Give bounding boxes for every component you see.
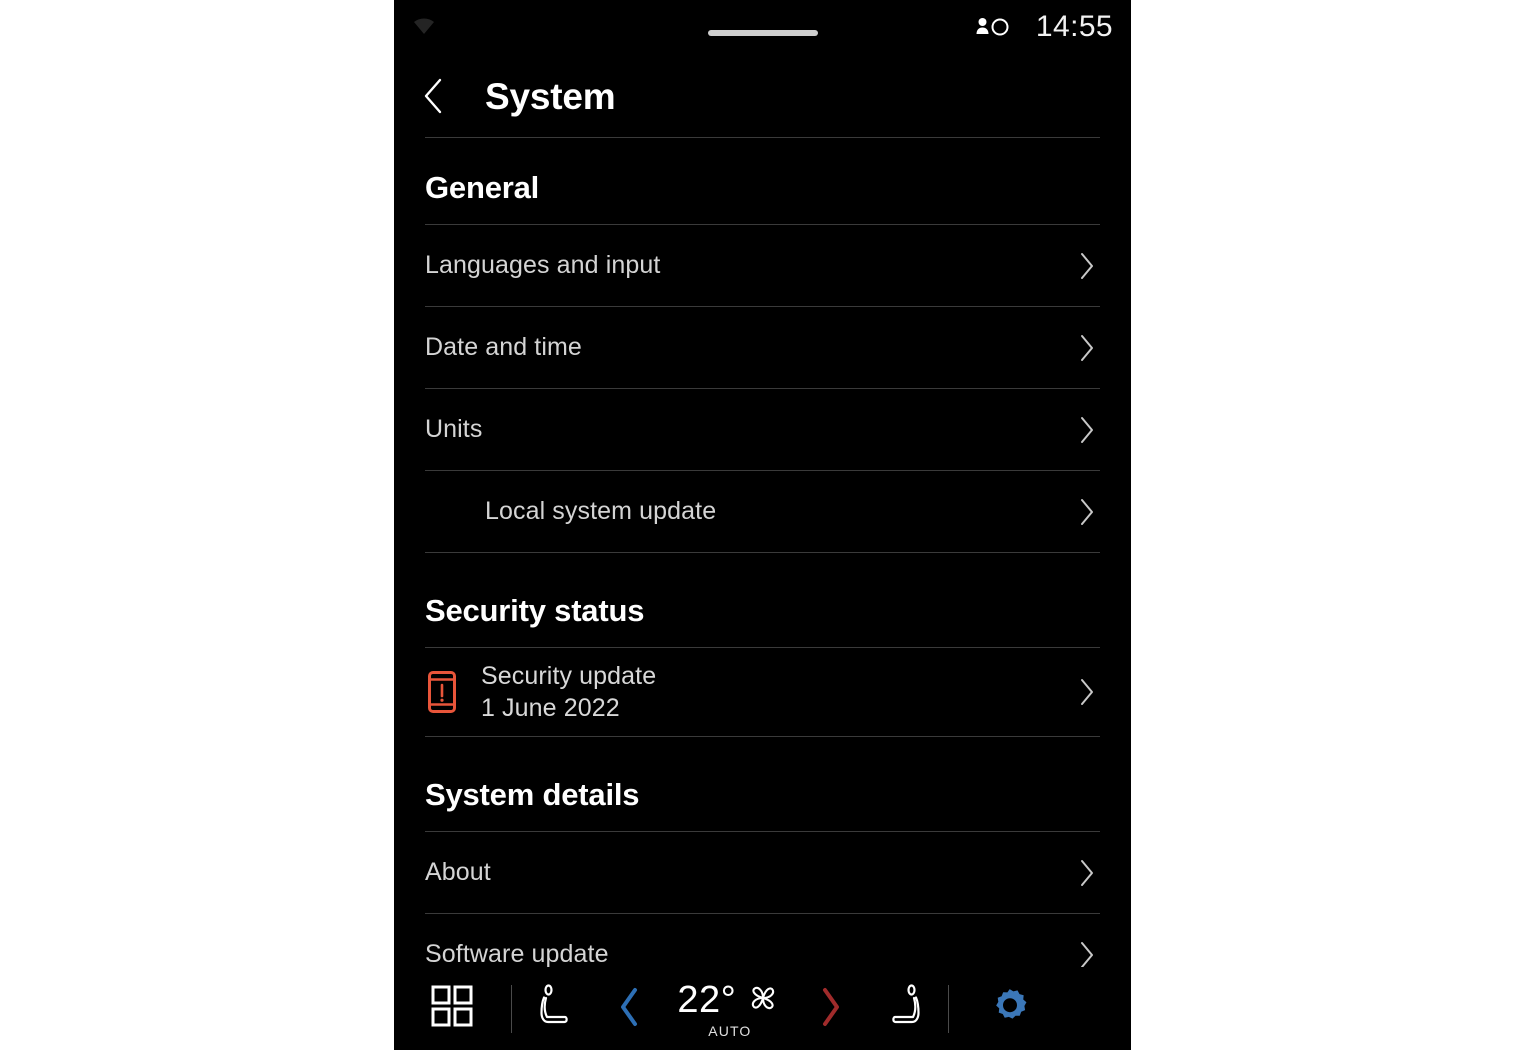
status-bar: 14:55 <box>394 0 1131 56</box>
security-update-date: 1 June 2022 <box>481 694 620 722</box>
row-label: Local system update <box>485 497 717 525</box>
row-label: Software update <box>425 940 609 967</box>
chevron-right-icon <box>1078 415 1096 445</box>
chevron-right-icon <box>1078 940 1096 967</box>
settings-row-units[interactable]: Units <box>425 389 1100 470</box>
settings-row-local-system-update[interactable]: Local system update <box>425 471 1100 552</box>
chevron-left-icon <box>617 986 641 1031</box>
temperature-increase-button[interactable] <box>800 986 862 1031</box>
device-alert-icon <box>425 670 459 714</box>
section-heading-security-status: Security status <box>425 593 645 628</box>
status-bar-clock: 14:55 <box>1035 10 1113 43</box>
chevron-right-icon <box>1078 251 1096 281</box>
gear-icon <box>988 984 1032 1033</box>
chevron-right-icon <box>819 986 843 1031</box>
page-title: System <box>485 76 616 117</box>
apps-grid-button[interactable] <box>394 984 511 1033</box>
apps-grid-icon <box>430 984 474 1033</box>
settings-row-languages-and-input[interactable]: Languages and input <box>425 225 1100 306</box>
settings-row-date-and-time[interactable]: Date and time <box>425 307 1100 388</box>
climate-controls: 22° AUTO <box>512 979 948 1039</box>
back-button[interactable] <box>422 73 462 121</box>
title-bar: System <box>394 56 1131 138</box>
security-update-text: Security update 1 June 2022 <box>481 661 656 723</box>
section-heading-system-details: System details <box>425 777 640 812</box>
seat-heater-right-button[interactable] <box>862 982 948 1035</box>
seat-heater-left-button[interactable] <box>512 982 598 1035</box>
settings-list[interactable]: General Languages and input Date and tim… <box>394 138 1131 967</box>
head-unit-display: 14:55 System General Languages and input <box>394 0 1131 1050</box>
settings-row-security-update[interactable]: Security update 1 June 2022 <box>425 648 1100 736</box>
temperature-row: 22° <box>677 979 782 1022</box>
row-label: Languages and input <box>425 251 661 279</box>
chevron-right-icon <box>1078 497 1096 527</box>
settings-button[interactable] <box>949 984 1072 1033</box>
bottom-climate-bar: 22° AUTO <box>394 967 1131 1050</box>
drag-handle[interactable] <box>707 30 818 36</box>
section-heading-general: General <box>425 170 540 205</box>
settings-row-software-update[interactable]: Software update <box>425 914 1100 967</box>
chevron-left-icon <box>422 77 444 118</box>
row-label: Date and time <box>425 333 582 361</box>
temperature-display[interactable]: 22° AUTO <box>660 979 800 1039</box>
auto-mode-label: AUTO <box>708 1022 752 1039</box>
seat-heater-right-icon <box>885 982 925 1035</box>
fan-icon <box>744 979 782 1022</box>
chevron-right-icon <box>1078 333 1096 363</box>
security-update-title: Security update <box>481 662 657 690</box>
row-label: About <box>425 858 491 886</box>
seat-heater-left-icon <box>535 982 575 1035</box>
wifi-icon <box>411 16 437 36</box>
screenshot-root: 14:55 System General Languages and input <box>0 0 1525 1050</box>
temperature-decrease-button[interactable] <box>598 986 660 1031</box>
row-label: Units <box>425 415 483 443</box>
profile-icon[interactable] <box>974 15 1010 39</box>
chevron-right-icon <box>1078 677 1096 707</box>
settings-row-about[interactable]: About <box>425 832 1100 913</box>
temperature-value: 22° <box>677 979 737 1021</box>
chevron-right-icon <box>1078 858 1096 888</box>
status-bar-right-cluster: 14:55 <box>974 10 1113 44</box>
